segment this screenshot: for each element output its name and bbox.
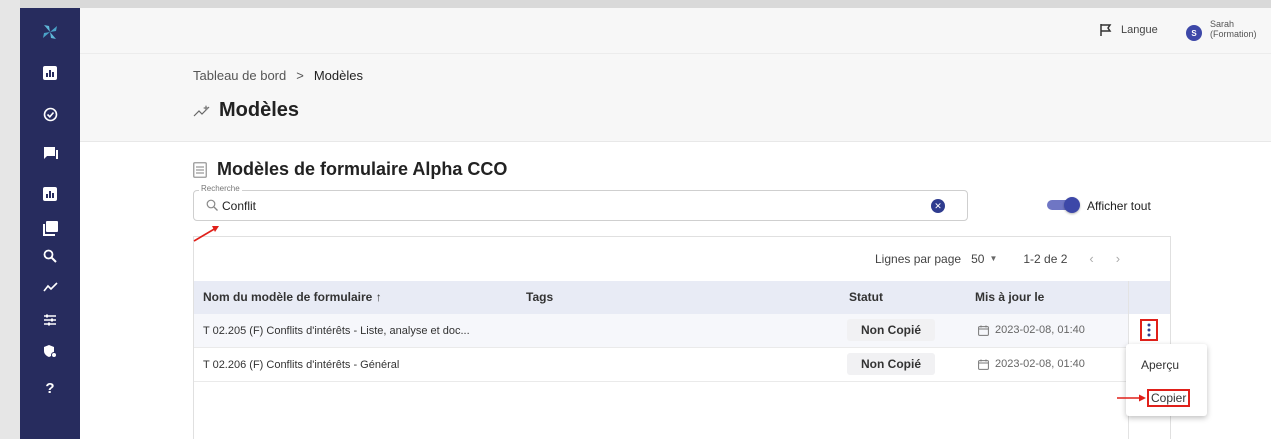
caret-down-icon: ▼ xyxy=(989,254,998,263)
top-bar xyxy=(80,8,1271,54)
pagination-range: 1-2 de 2 xyxy=(1023,251,1068,266)
search-nav-icon[interactable] xyxy=(20,242,80,270)
status-badge: Non Copié xyxy=(847,319,935,341)
template-name: T 02.205 (F) Conflits d'intérêts - Liste… xyxy=(203,325,470,337)
calendar-icon xyxy=(978,359,989,370)
admin-icon[interactable] xyxy=(20,337,80,365)
search-input[interactable] xyxy=(193,190,968,221)
updated-date: 2023-02-08, 01:40 xyxy=(995,324,1085,336)
table-row[interactable]: T 02.205 (F) Conflits d'intérêts - Liste… xyxy=(194,314,1128,348)
column-header-updated[interactable]: Mis à jour le xyxy=(975,290,1044,304)
avatar[interactable]: S xyxy=(1186,25,1202,41)
chat-icon[interactable] xyxy=(20,139,80,167)
menu-item-preview[interactable]: Aperçu xyxy=(1141,358,1179,372)
section-title: Modèles de formulaire Alpha CCO xyxy=(193,159,507,180)
section-title-text: Modèles de formulaire Alpha CCO xyxy=(217,159,508,179)
reports-icon[interactable] xyxy=(20,180,80,208)
clear-search-icon[interactable]: ✕ xyxy=(931,199,945,213)
search-legend: Recherche xyxy=(199,184,242,193)
show-all-label: Afficher tout xyxy=(1087,199,1151,213)
window-left-border xyxy=(0,0,20,439)
help-icon[interactable]: ? xyxy=(20,374,80,402)
toggle-knob xyxy=(1064,197,1080,213)
next-page-icon[interactable]: › xyxy=(1116,251,1120,266)
page-title-text: Modèles xyxy=(219,99,300,121)
rows-per-page-value: 50 xyxy=(971,251,985,266)
template-name: T 02.206 (F) Conflits d'intérêts - Génér… xyxy=(203,359,400,371)
column-header-name[interactable]: Nom du modèle de formulaire ↑ xyxy=(203,290,382,304)
breadcrumb-separator: > xyxy=(296,68,304,83)
trending-icon[interactable] xyxy=(20,273,80,301)
updated-cell: 2023-02-08, 01:40 xyxy=(978,324,1085,336)
user-name[interactable]: Sarah (Formation) xyxy=(1210,19,1257,39)
actions-column-header xyxy=(1128,281,1170,314)
language-selector[interactable]: Langue xyxy=(1099,23,1158,37)
window-top-border xyxy=(0,0,1271,8)
column-header-status[interactable]: Statut xyxy=(849,290,883,304)
search-value[interactable]: Conflit xyxy=(222,199,256,213)
settings-sliders-icon[interactable] xyxy=(20,306,80,334)
menu-item-copy[interactable]: Copier xyxy=(1147,389,1191,407)
search-icon xyxy=(206,199,218,211)
pagination: Lignes par page 50 ▼ 1-2 de 2 ‹ › xyxy=(875,251,1120,266)
rows-per-page-label: Lignes par page xyxy=(875,251,962,266)
check-circle-icon[interactable] xyxy=(20,100,80,128)
more-vertical-icon xyxy=(1147,323,1151,337)
rows-per-page-select[interactable]: 50 ▼ xyxy=(971,252,997,266)
calendar-icon xyxy=(978,325,989,336)
sidebar: ? xyxy=(20,8,80,439)
status-badge: Non Copié xyxy=(847,353,935,375)
prev-page-icon[interactable]: ‹ xyxy=(1089,251,1093,266)
breadcrumb: Tableau de bord > Modèles xyxy=(193,68,363,83)
flag-icon xyxy=(1100,24,1112,36)
sparkle-trend-icon xyxy=(193,104,210,116)
row-actions-button[interactable] xyxy=(1140,319,1158,341)
library-icon[interactable] xyxy=(20,214,80,242)
page-title: Modèles xyxy=(193,99,299,122)
table-row[interactable]: T 02.206 (F) Conflits d'intérêts - Génér… xyxy=(194,348,1128,382)
form-list-icon xyxy=(193,161,207,178)
language-label: Langue xyxy=(1121,24,1158,36)
breadcrumb-parent[interactable]: Tableau de bord xyxy=(193,68,286,83)
column-header-tags[interactable]: Tags xyxy=(526,290,553,304)
show-all-toggle[interactable] xyxy=(1047,197,1081,213)
dashboard-icon[interactable] xyxy=(20,59,80,87)
user-name-line1: Sarah xyxy=(1210,19,1235,29)
updated-cell: 2023-02-08, 01:40 xyxy=(978,358,1085,370)
updated-date: 2023-02-08, 01:40 xyxy=(995,358,1085,370)
user-name-line2: (Formation) xyxy=(1210,29,1257,39)
app-logo-icon[interactable] xyxy=(20,18,80,46)
breadcrumb-current: Modèles xyxy=(313,68,363,83)
